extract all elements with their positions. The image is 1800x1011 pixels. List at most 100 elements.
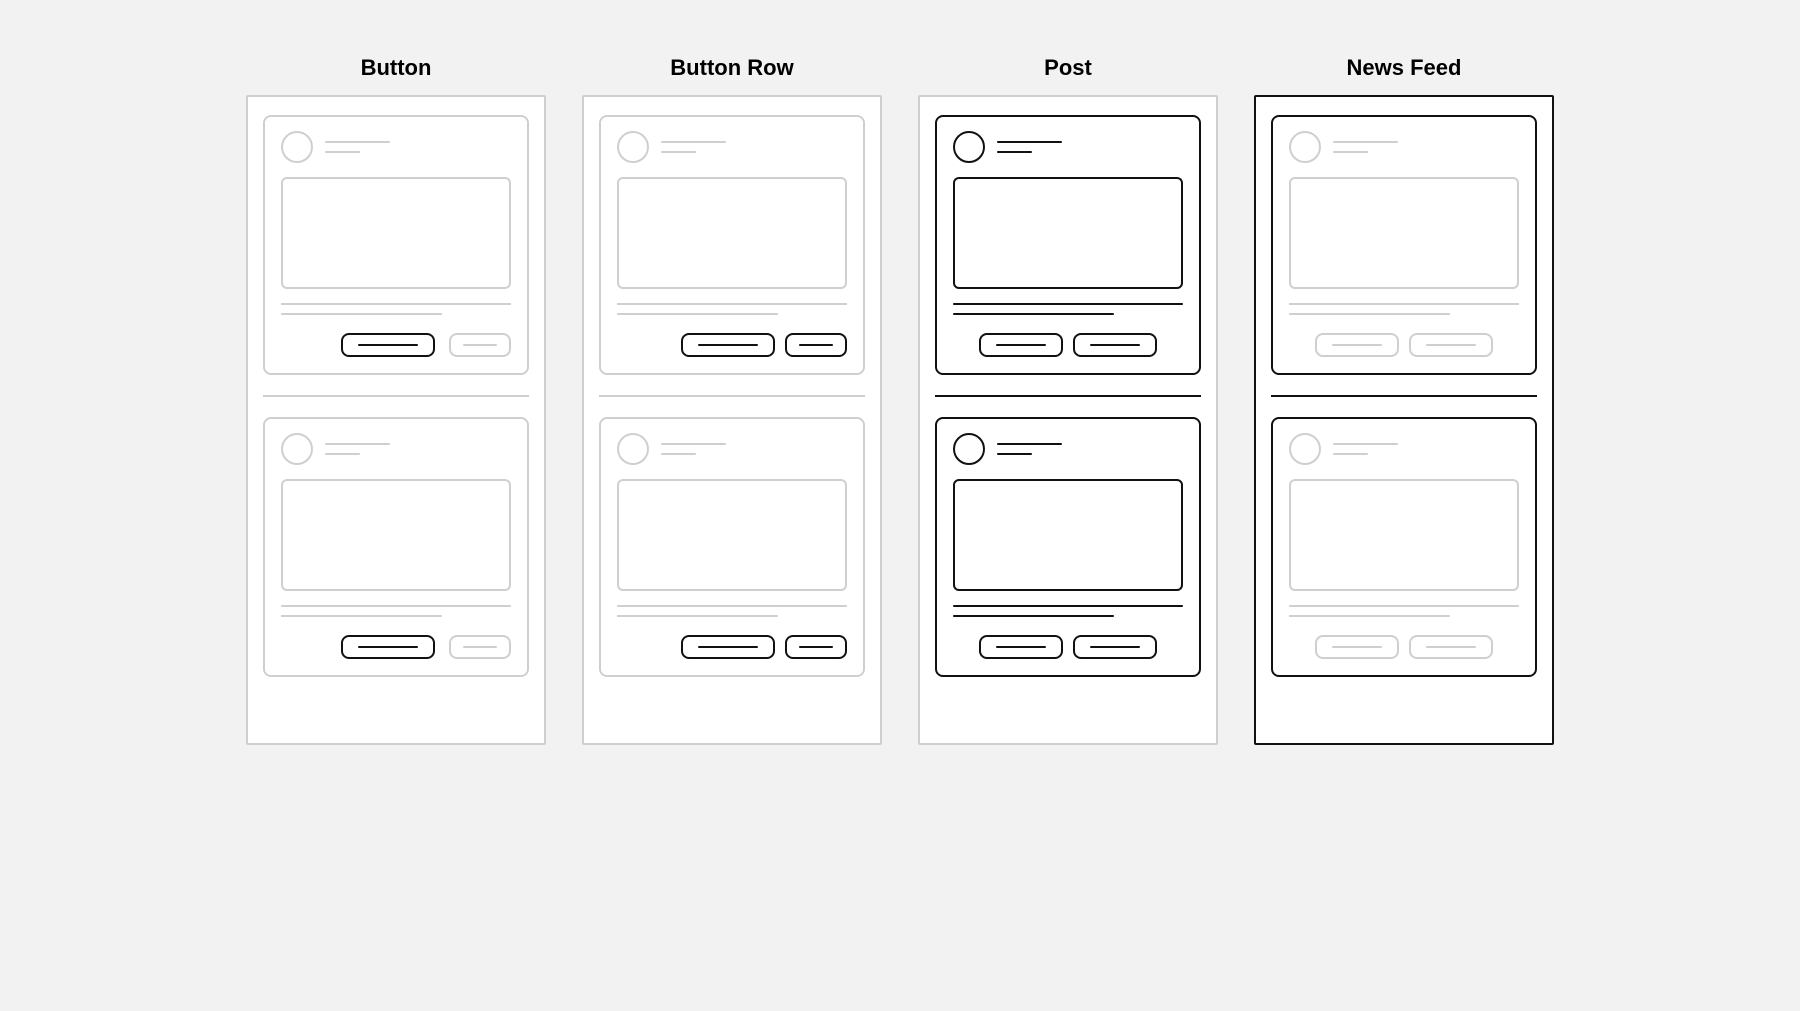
- primary-button[interactable]: [1315, 635, 1399, 659]
- author-line-placeholder: [661, 141, 726, 143]
- post-body: [617, 605, 847, 617]
- avatar-icon: [953, 131, 985, 163]
- button-label-placeholder: [1332, 344, 1382, 346]
- post-meta: [661, 141, 726, 153]
- button-label-placeholder: [698, 646, 758, 648]
- post-image-placeholder: [1289, 177, 1519, 289]
- post-separator: [263, 395, 529, 397]
- post-separator: [935, 395, 1201, 397]
- timestamp-line-placeholder: [661, 151, 696, 153]
- post-image-placeholder: [953, 177, 1183, 289]
- post-meta: [997, 443, 1062, 455]
- button-label-placeholder: [996, 646, 1046, 648]
- primary-button[interactable]: [1315, 333, 1399, 357]
- button-row: [281, 333, 511, 357]
- column-title-post: Post: [1044, 55, 1092, 81]
- column-button-row: Button Row: [582, 55, 882, 745]
- post-header: [617, 131, 847, 163]
- button-row: [281, 635, 511, 659]
- secondary-button[interactable]: [1073, 635, 1157, 659]
- avatar-icon: [617, 433, 649, 465]
- post-image-placeholder: [281, 177, 511, 289]
- text-line-placeholder: [953, 605, 1183, 607]
- primary-button[interactable]: [979, 333, 1063, 357]
- column-title-button: Button: [361, 55, 432, 81]
- post-body: [953, 303, 1183, 315]
- post-card: [1271, 417, 1537, 677]
- secondary-button[interactable]: [449, 333, 511, 357]
- post-image-placeholder: [953, 479, 1183, 591]
- secondary-button[interactable]: [785, 635, 847, 659]
- timestamp-line-placeholder: [997, 151, 1032, 153]
- post-card: [935, 417, 1201, 677]
- post-card: [263, 115, 529, 375]
- button-label-placeholder: [996, 344, 1046, 346]
- post-meta: [661, 443, 726, 455]
- timestamp-line-placeholder: [661, 453, 696, 455]
- author-line-placeholder: [325, 141, 390, 143]
- author-line-placeholder: [661, 443, 726, 445]
- post-body: [1289, 303, 1519, 315]
- primary-button[interactable]: [341, 333, 435, 357]
- button-label-placeholder: [463, 646, 497, 648]
- button-row: [617, 635, 847, 659]
- primary-button[interactable]: [341, 635, 435, 659]
- column-news-feed: News Feed: [1254, 55, 1554, 745]
- secondary-button[interactable]: [449, 635, 511, 659]
- timestamp-line-placeholder: [997, 453, 1032, 455]
- secondary-button[interactable]: [785, 333, 847, 357]
- post-card: [599, 417, 865, 677]
- button-label-placeholder: [358, 646, 418, 648]
- primary-button[interactable]: [979, 635, 1063, 659]
- column-title-button-row: Button Row: [670, 55, 793, 81]
- author-line-placeholder: [997, 141, 1062, 143]
- post-header: [281, 433, 511, 465]
- primary-button[interactable]: [681, 635, 775, 659]
- post-header: [617, 433, 847, 465]
- button-row: [1289, 333, 1519, 357]
- device-frame: [246, 95, 546, 745]
- post-body: [1289, 605, 1519, 617]
- text-line-placeholder: [281, 615, 442, 617]
- post-header: [953, 131, 1183, 163]
- post-meta: [997, 141, 1062, 153]
- author-line-placeholder: [1333, 141, 1398, 143]
- post-body: [281, 303, 511, 315]
- post-image-placeholder: [281, 479, 511, 591]
- secondary-button[interactable]: [1409, 333, 1493, 357]
- button-row: [953, 635, 1183, 659]
- text-line-placeholder: [281, 605, 511, 607]
- text-line-placeholder: [953, 313, 1114, 315]
- avatar-icon: [281, 433, 313, 465]
- text-line-placeholder: [1289, 615, 1450, 617]
- author-line-placeholder: [325, 443, 390, 445]
- secondary-button[interactable]: [1073, 333, 1157, 357]
- secondary-button[interactable]: [1409, 635, 1493, 659]
- author-line-placeholder: [997, 443, 1062, 445]
- timestamp-line-placeholder: [325, 453, 360, 455]
- button-label-placeholder: [698, 344, 758, 346]
- text-line-placeholder: [953, 303, 1183, 305]
- column-title-news-feed: News Feed: [1347, 55, 1462, 81]
- post-body: [617, 303, 847, 315]
- avatar-icon: [1289, 433, 1321, 465]
- button-row: [1289, 635, 1519, 659]
- button-label-placeholder: [358, 344, 418, 346]
- post-image-placeholder: [1289, 479, 1519, 591]
- post-meta: [325, 141, 390, 153]
- button-label-placeholder: [1332, 646, 1382, 648]
- device-frame: [918, 95, 1218, 745]
- text-line-placeholder: [617, 313, 778, 315]
- primary-button[interactable]: [681, 333, 775, 357]
- button-label-placeholder: [799, 646, 833, 648]
- text-line-placeholder: [1289, 605, 1519, 607]
- text-line-placeholder: [617, 605, 847, 607]
- avatar-icon: [953, 433, 985, 465]
- avatar-icon: [1289, 131, 1321, 163]
- button-row: [953, 333, 1183, 357]
- text-line-placeholder: [281, 303, 511, 305]
- text-line-placeholder: [1289, 303, 1519, 305]
- text-line-placeholder: [281, 313, 442, 315]
- device-frame: [582, 95, 882, 745]
- text-line-placeholder: [617, 615, 778, 617]
